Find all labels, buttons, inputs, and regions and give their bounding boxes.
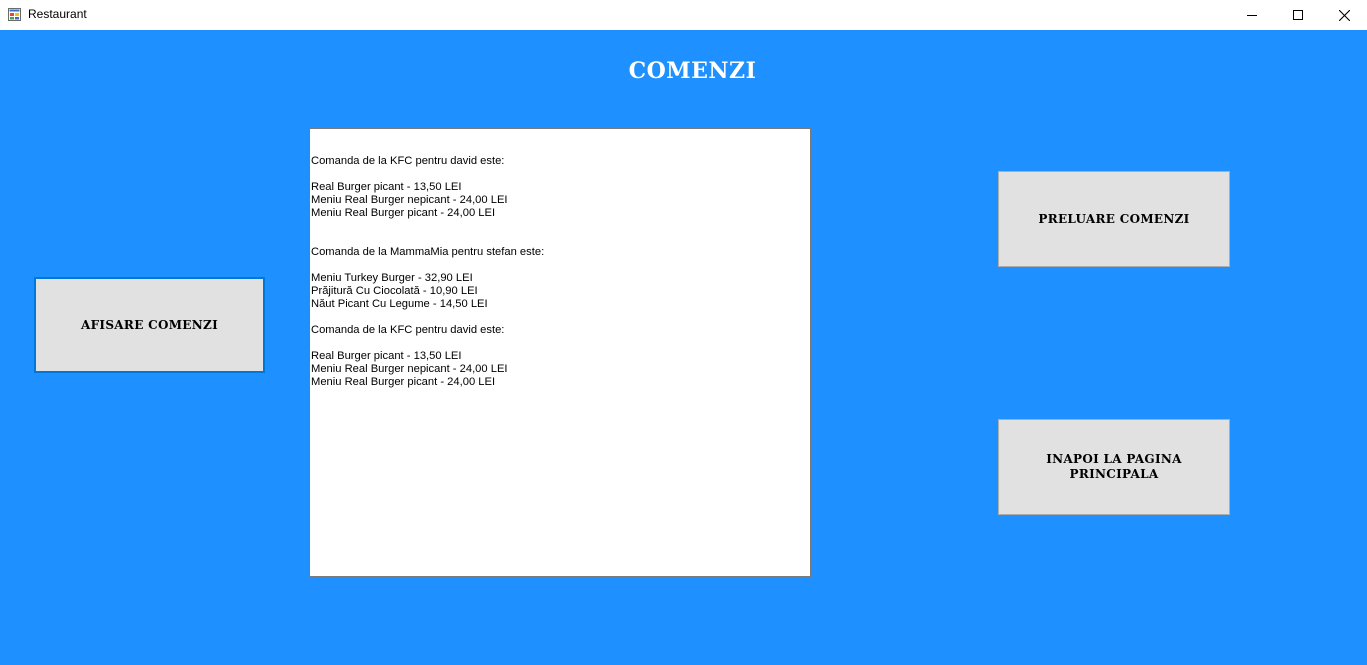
orders-listbox[interactable]: Comanda de la KFC pentru david este: Real…: [309, 128, 811, 577]
order-line: [310, 142, 810, 155]
order-line: Meniu Real Burger picant - 24,00 LEI: [311, 207, 496, 219]
order-line: Meniu Real Burger nepicant - 24,00 LEI: [311, 194, 508, 206]
window-titlebar: Restaurant: [0, 0, 1367, 30]
maximize-icon: [1293, 10, 1303, 20]
order-line: Comanda de la MammaMia pentru stefan est…: [311, 246, 545, 258]
order-line: [310, 220, 810, 233]
order-line: Meniu Real Burger nepicant - 24,00 LEI: [311, 363, 508, 375]
order-line: [310, 168, 810, 181]
minimize-button[interactable]: [1229, 0, 1275, 30]
window-title: Restaurant: [28, 7, 87, 21]
close-icon: [1338, 9, 1350, 21]
minimize-icon: [1247, 15, 1257, 16]
order-line: Meniu Turkey Burger - 32,90 LEI: [311, 272, 473, 284]
order-line: Real Burger picant - 13,50 LEI: [311, 350, 462, 362]
order-line: [310, 129, 810, 142]
afisare-comenzi-button[interactable]: AFISARE COMENZI: [34, 277, 265, 373]
order-line: [310, 233, 810, 246]
preluare-comenzi-button[interactable]: PRELUARE COMENZI: [998, 171, 1230, 267]
order-line: Comanda de la KFC pentru david este:: [311, 324, 505, 336]
order-line: Comanda de la KFC pentru david este:: [311, 155, 505, 167]
close-button[interactable]: [1321, 0, 1367, 30]
order-line: Meniu Real Burger picant - 24,00 LEI: [311, 376, 496, 388]
order-line: [310, 259, 810, 272]
order-line: Prăjitură Cu Ciocolată - 10,90 LEI: [311, 285, 478, 297]
inapoi-pagina-principala-button[interactable]: INAPOI LA PAGINA PRINCIPALA: [998, 419, 1230, 515]
order-line: [310, 337, 810, 350]
page-title: COMENZI: [628, 58, 757, 84]
maximize-button[interactable]: [1275, 0, 1321, 30]
order-line: [310, 311, 810, 324]
order-line: Real Burger picant - 13,50 LEI: [311, 181, 462, 193]
order-line: Năut Picant Cu Legume - 14,50 LEI: [311, 298, 488, 310]
app-icon[interactable]: [8, 8, 21, 21]
